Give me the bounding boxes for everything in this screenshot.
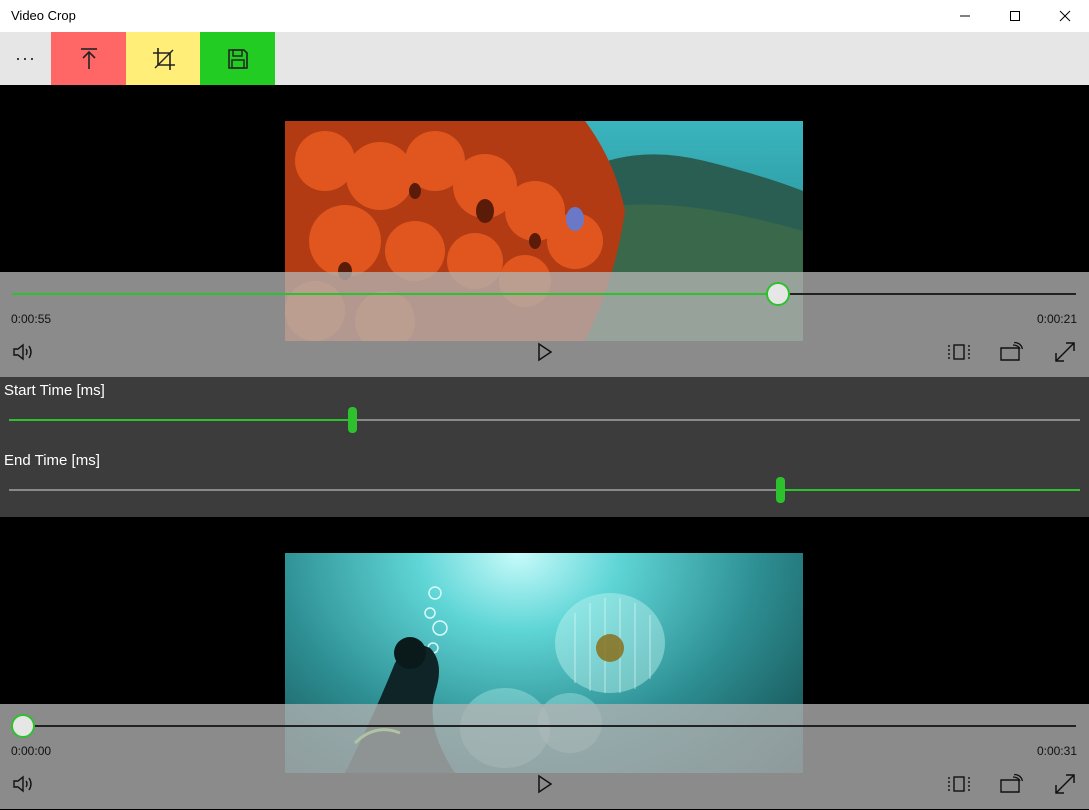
start-time-thumb[interactable] <box>348 407 357 433</box>
fullscreen-icon <box>1055 342 1075 362</box>
more-icon: ··· <box>15 48 36 68</box>
volume-icon <box>13 775 32 793</box>
maximize-button[interactable] <box>992 0 1038 32</box>
seek-thumb[interactable] <box>11 714 35 738</box>
cast-button[interactable] <box>998 771 1024 797</box>
aspect-ratio-button[interactable] <box>946 339 972 365</box>
window-title: Video Crop <box>11 8 76 23</box>
crop-icon <box>152 47 175 70</box>
play-icon <box>538 342 553 362</box>
aspect-ratio-icon <box>948 344 970 360</box>
remaining-time: 0:00:21 <box>1036 312 1077 326</box>
start-time-slider[interactable] <box>9 407 1080 433</box>
play-button[interactable] <box>532 339 558 365</box>
cast-button[interactable] <box>998 339 1024 365</box>
bottom-video-player: 0:00:00 0:00:31 <box>0 517 1089 810</box>
fullscreen-icon <box>1055 774 1075 794</box>
top-transport-controls: 0:00:55 0:00:21 <box>0 272 1089 377</box>
start-time-fill <box>9 419 352 421</box>
crop-button[interactable] <box>126 32 201 85</box>
end-time-label: End Time [ms] <box>4 452 100 469</box>
elapsed-time: 0:00:00 <box>11 744 52 758</box>
close-icon <box>1059 10 1071 22</box>
toolbar: ··· <box>0 32 1089 85</box>
end-time-slider[interactable] <box>9 477 1080 503</box>
time-range-panel: Start Time [ms] End Time [ms] <box>0 377 1089 517</box>
elapsed-time: 0:00:55 <box>11 312 52 326</box>
start-time-label: Start Time [ms] <box>4 382 105 399</box>
top-video-player: 0:00:55 0:00:21 <box>0 85 1089 377</box>
play-button[interactable] <box>532 771 558 797</box>
upload-button[interactable] <box>51 32 126 85</box>
minimize-button[interactable] <box>942 0 988 32</box>
cast-icon <box>1000 342 1023 361</box>
fullscreen-button[interactable] <box>1052 339 1078 365</box>
cast-icon <box>1000 774 1023 793</box>
seek-progress <box>12 293 778 295</box>
end-time-fill <box>780 489 1080 491</box>
minimize-icon <box>960 15 970 17</box>
seek-bar[interactable] <box>11 714 1076 738</box>
volume-icon <box>13 343 32 361</box>
maximize-icon <box>1010 11 1020 21</box>
fullscreen-button[interactable] <box>1052 771 1078 797</box>
aspect-ratio-icon <box>948 776 970 792</box>
bottom-transport-controls: 0:00:00 0:00:31 <box>0 704 1089 809</box>
seek-thumb[interactable] <box>766 282 790 306</box>
upload-icon <box>80 47 97 69</box>
end-time-thumb[interactable] <box>776 477 785 503</box>
aspect-ratio-button[interactable] <box>946 771 972 797</box>
save-button[interactable] <box>200 32 275 85</box>
close-button[interactable] <box>1042 0 1088 32</box>
save-icon <box>227 48 248 69</box>
volume-button[interactable] <box>11 339 37 365</box>
title-bar: Video Crop <box>0 0 1089 32</box>
remaining-time: 0:00:31 <box>1036 744 1077 758</box>
seek-bar[interactable] <box>12 282 1076 306</box>
more-button[interactable]: ··· <box>0 32 51 85</box>
play-icon <box>538 774 553 794</box>
volume-button[interactable] <box>11 771 37 797</box>
